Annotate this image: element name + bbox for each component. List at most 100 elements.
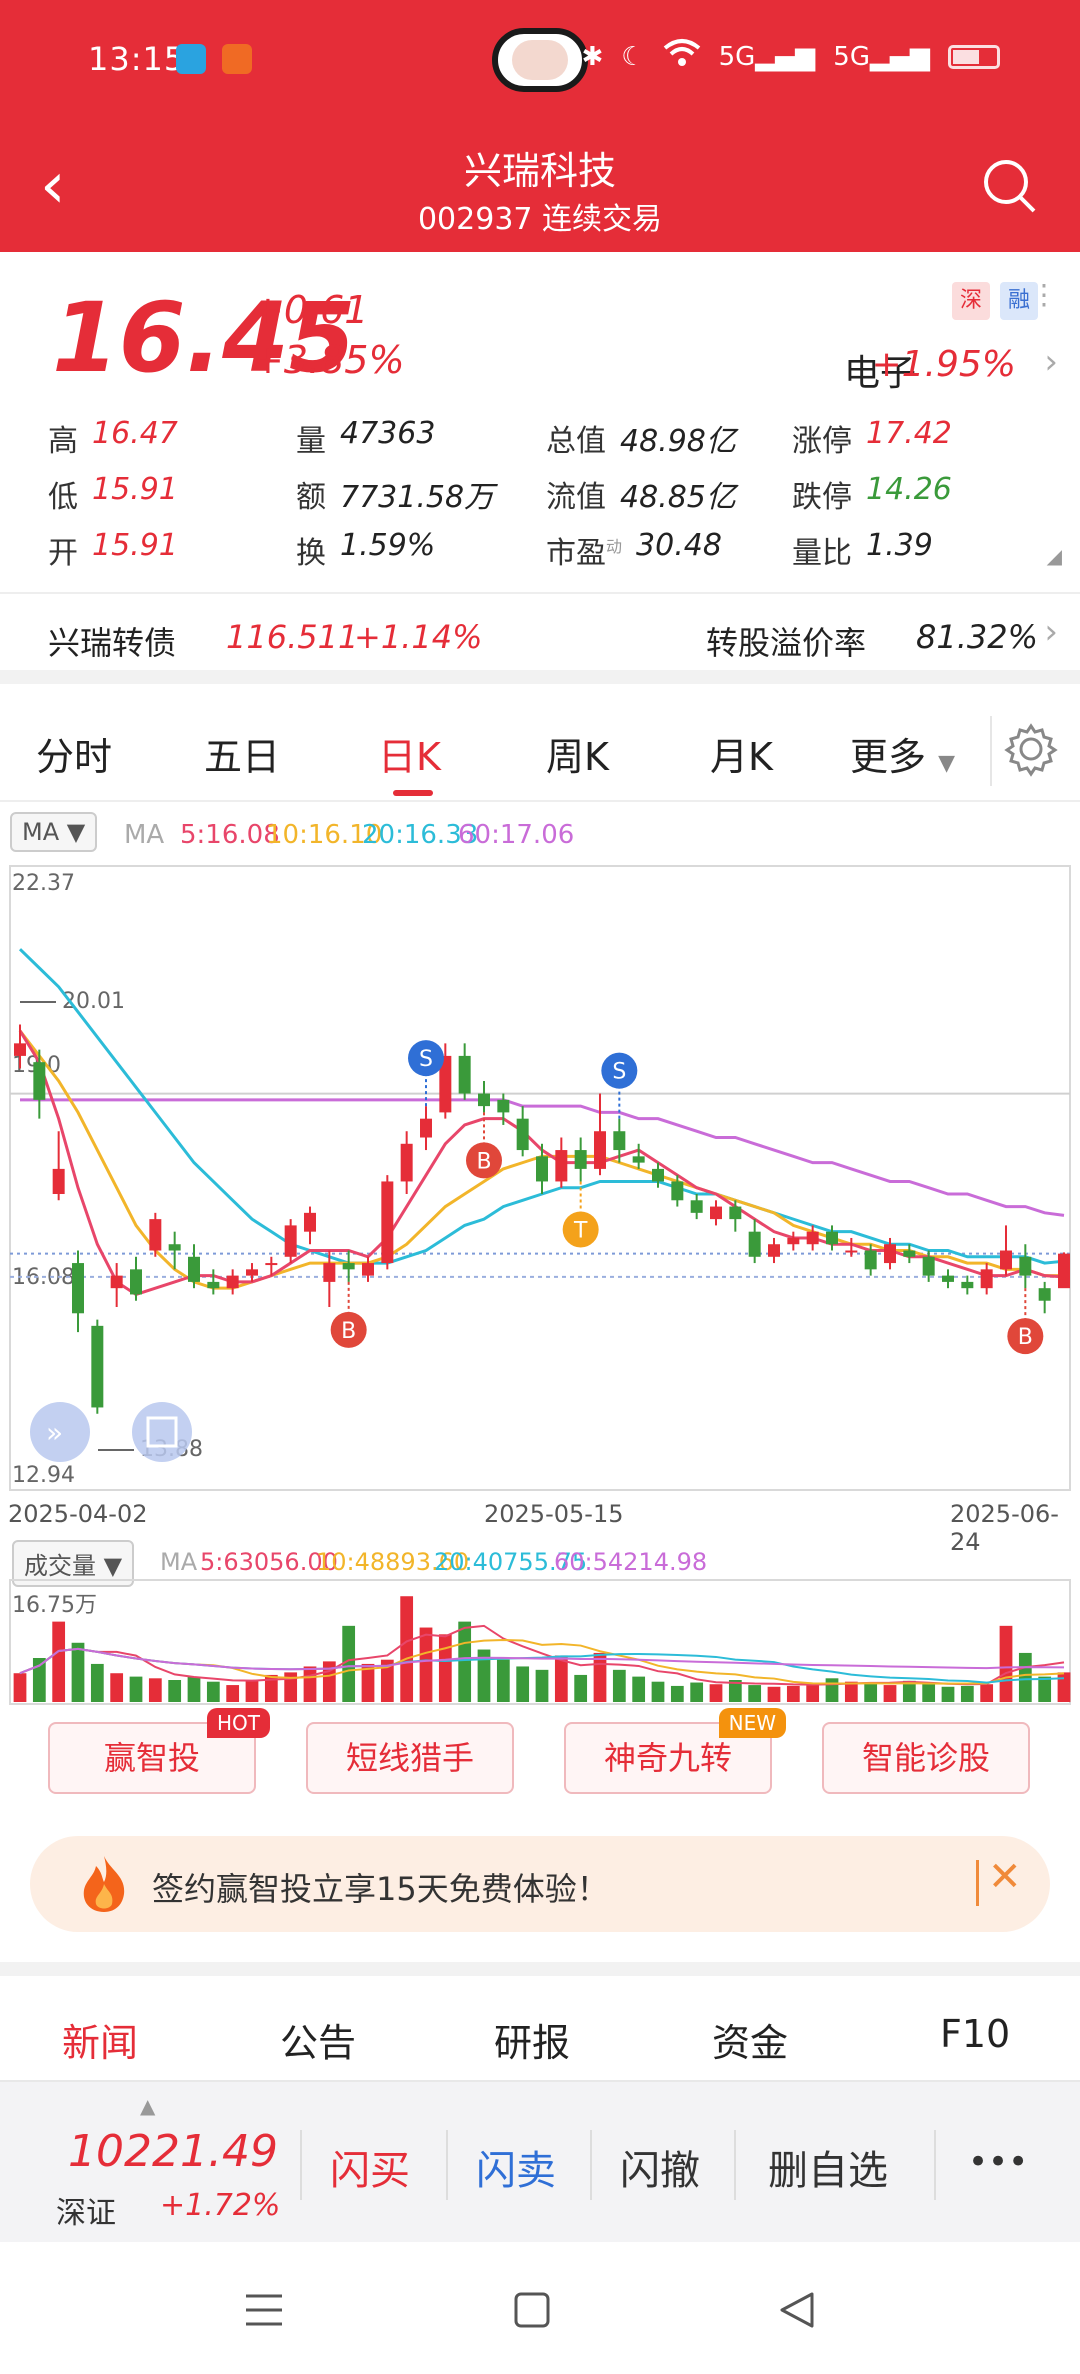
tool-short-hunter[interactable]: 短线猎手 <box>306 1722 514 1794</box>
tab-announcements[interactable]: 公告 <box>280 2012 356 2067</box>
bond-price: 116.511 <box>226 618 359 656</box>
candle <box>1000 1250 1012 1270</box>
stat-value: 15.91 <box>92 528 178 563</box>
tab-news[interactable]: 新闻 <box>62 2012 138 2067</box>
bluetooth-icon: ✱ <box>581 41 604 72</box>
candle <box>362 1263 374 1276</box>
promo-text: 签约赢智投立享15天免费体验！ <box>152 1870 609 1908</box>
stat-label: 低 <box>48 480 78 515</box>
nav-header: ‹ 兴瑞科技 002937 连续交易 <box>0 126 1080 252</box>
candle <box>130 1269 142 1295</box>
candle <box>168 1244 181 1251</box>
tab-f10[interactable]: F10 <box>940 2012 1010 2056</box>
stat-value: 48.85亿 <box>620 480 736 515</box>
candle <box>710 1206 722 1220</box>
volume-bar <box>709 1684 723 1702</box>
tab-weekly-k[interactable]: 周K <box>546 726 609 781</box>
candle <box>284 1225 297 1257</box>
fullscreen-icon[interactable] <box>132 1402 192 1462</box>
stat-label: 额 <box>296 480 326 515</box>
stat-value: 48.98亿 <box>620 424 736 459</box>
flash-sell-button[interactable]: 闪卖 <box>476 2138 556 2196</box>
index-value[interactable]: 10221.49 <box>68 2126 278 2177</box>
candle <box>787 1237 800 1245</box>
candle <box>304 1212 316 1232</box>
tab-daily-k[interactable]: 日K <box>378 726 441 781</box>
back-nav-icon[interactable] <box>778 2292 816 2328</box>
volume-bar <box>980 1684 994 1702</box>
stat-label: 市盈动 <box>546 536 623 571</box>
volume-bar <box>52 1621 66 1702</box>
tab-monthly-k[interactable]: 月K <box>710 726 773 781</box>
candle <box>323 1263 336 1282</box>
date-mid: 2025-05-15 <box>484 1500 624 1528</box>
candle <box>14 1043 26 1056</box>
tool-buttons: 赢智投 HOT 短线猎手 神奇九转 NEW 智能诊股 <box>0 1708 1080 1798</box>
tab-research[interactable]: 研报 <box>494 2012 570 2067</box>
candle <box>381 1181 394 1264</box>
more-icon[interactable]: ⋮ <box>1030 278 1058 311</box>
vol-ma-label: MA <box>160 1548 198 1576</box>
tool-smart-diagnosis[interactable]: 智能诊股 <box>822 1722 1030 1794</box>
candle <box>884 1244 896 1264</box>
pe-dynamic-mark: 动 <box>606 537 623 556</box>
volume-chart[interactable]: 16.75万 <box>0 1578 1080 1708</box>
more-menu-button[interactable]: ••• <box>968 2142 1028 2182</box>
tab-five-day[interactable]: 五日 <box>204 726 280 781</box>
stat-item: 量 47363 <box>296 416 435 460</box>
tab-capital[interactable]: 资金 <box>712 2012 788 2067</box>
signal-icon: 5G▂▄▆ <box>718 41 816 72</box>
stat-label: 换 <box>296 536 326 571</box>
active-tab-indicator <box>393 790 433 796</box>
volume-bar <box>342 1625 356 1702</box>
premium-label: 转股溢价率 <box>706 624 867 662</box>
stat-item: 额 7731.58万 <box>296 472 494 516</box>
remove-watchlist-button[interactable]: 删自选 <box>768 2138 888 2196</box>
candle <box>188 1256 200 1282</box>
volume-bar <box>767 1686 781 1702</box>
flash-buy-button[interactable]: 闪买 <box>330 2138 410 2196</box>
app-notification-icon <box>222 44 252 74</box>
stat-value: 17.42 <box>866 416 952 451</box>
tab-intraday[interactable]: 分时 <box>36 726 112 781</box>
search-icon[interactable] <box>980 156 1040 216</box>
flash-cancel-button[interactable]: 闪撤 <box>620 2138 700 2196</box>
stat-item: 流值 48.85亿 <box>546 472 736 516</box>
indicator-select[interactable]: MA ▼ <box>10 812 98 852</box>
sector-change[interactable]: +1.95% <box>871 344 1016 385</box>
volume-bar <box>496 1659 510 1702</box>
tool-magic-nine[interactable]: 神奇九转 NEW <box>564 1708 786 1794</box>
volume-max-label: 16.75万 <box>12 1593 97 1618</box>
candle <box>497 1099 510 1113</box>
candle <box>632 1156 645 1163</box>
battery-icon <box>948 44 1000 69</box>
candlestick-chart[interactable]: 22.37 16.08 12.94 20.01 13.88 19.0 SSBBB… <box>0 860 1080 1520</box>
home-icon[interactable] <box>514 2292 550 2328</box>
candle <box>265 1263 278 1266</box>
candle <box>52 1168 65 1195</box>
x-axis-dates: 2025-04-02 2025-05-15 2025-06-24 <box>0 1496 1080 1556</box>
section-divider <box>0 1962 1080 1976</box>
promo-banner[interactable]: 签约赢智投立享15天免费体验！ ✕ <box>30 1836 1050 1932</box>
volume-bar <box>168 1680 182 1702</box>
tool-yingzhitou[interactable]: 赢智投 HOT <box>48 1708 270 1794</box>
price-change: +0.61 <box>252 288 369 332</box>
gear-icon[interactable] <box>1002 720 1060 778</box>
stat-label: 开 <box>48 536 78 571</box>
signal-label: S <box>612 1060 626 1085</box>
close-icon[interactable]: ✕ <box>988 1854 1022 1900</box>
volume-bar <box>245 1680 259 1702</box>
status-time: 13:15 <box>88 40 186 78</box>
expand-icon[interactable]: ◢ <box>1047 544 1062 568</box>
stat-value: 15.91 <box>92 472 178 507</box>
volume-bar <box>883 1685 897 1702</box>
tab-more[interactable]: 更多 ▼ <box>850 726 955 781</box>
stat-item: 低 15.91 <box>48 472 178 516</box>
stat-label: 量比 <box>792 536 852 571</box>
chevron-right-icon[interactable]: › <box>1044 342 1058 382</box>
convertible-bond-row[interactable]: 兴瑞转债 116.511 +1.14% 转股溢价率 81.32% › <box>0 592 1080 684</box>
volume-bar <box>844 1681 858 1702</box>
period-tabs: 分时 五日 日K 周K 月K 更多 ▼ <box>0 698 1080 802</box>
signal-label: S <box>419 1047 433 1072</box>
menu-icon[interactable] <box>244 2292 284 2328</box>
